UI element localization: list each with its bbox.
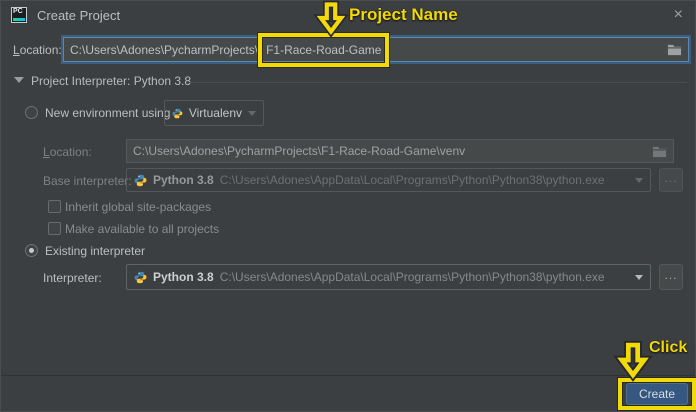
venv-type-value: Virtualenv (189, 106, 242, 120)
location-input[interactable]: C:\Users\Adones\PycharmProjects\ F1-Race-… (63, 37, 689, 62)
annotation-arrow-down-icon (619, 342, 647, 378)
pycharm-logo-text: PC (13, 8, 23, 15)
inherit-site-packages-label: Inherit global site-packages (65, 200, 211, 214)
location-path-prefix: C:\Users\Adones\PycharmProjects\ (70, 43, 258, 57)
radio-new-environment[interactable] (25, 106, 38, 119)
chevron-down-icon (248, 111, 256, 116)
inner-location-label: Location: (43, 145, 92, 159)
checkbox-inherit-site-packages[interactable] (48, 200, 61, 213)
venv-type-combo: Virtualenv (164, 100, 264, 126)
window-title: Create Project (37, 8, 120, 23)
footer-divider (1, 375, 695, 376)
virtualenv-python-icon (172, 107, 183, 120)
create-project-dialog: PC Create Project × Location: C:\Users\A… (0, 0, 696, 412)
radio-existing-interpreter[interactable] (25, 244, 38, 257)
interpreter-combo[interactable]: Python 3.8 C:\Users\Adones\AppData\Local… (126, 264, 651, 290)
create-button[interactable]: Create (626, 383, 688, 405)
close-icon[interactable]: × (674, 5, 683, 25)
python-icon (134, 174, 147, 187)
new-environment-label: New environment using (45, 106, 170, 120)
interpreter-version: Python 3.8 (153, 270, 214, 284)
section-separator (187, 82, 687, 83)
venv-location-value: C:\Users\Adones\PycharmProjects\F1-Race-… (133, 144, 465, 158)
annotation-click-label: Click (649, 339, 687, 357)
base-interpreter-version: Python 3.8 (153, 173, 214, 187)
base-interpreter-browse-button: ... (659, 168, 683, 192)
venv-location-field: C:\Users\Adones\PycharmProjects\F1-Race-… (126, 139, 674, 163)
make-available-label: Make available to all projects (65, 222, 219, 236)
base-interpreter-path: C:\Users\Adones\AppData\Local\Programs\P… (220, 173, 605, 187)
chevron-down-icon (635, 178, 643, 183)
interpreter-section-header: Project Interpreter: Python 3.8 (31, 74, 191, 88)
create-button-highlight-box: Create (618, 378, 696, 410)
interpreter-label: Interpreter: (43, 271, 102, 285)
folder-icon[interactable] (667, 43, 682, 56)
existing-interpreter-label: Existing interpreter (45, 244, 145, 258)
interpreter-browse-button[interactable]: ... (659, 264, 683, 290)
collapse-triangle-icon[interactable] (14, 77, 24, 83)
checkbox-make-available-all-projects[interactable] (48, 222, 61, 235)
python-icon (134, 271, 147, 284)
location-label: Location: (13, 43, 62, 57)
annotation-arrow-down-icon (318, 2, 344, 34)
pycharm-logo-icon: PC (11, 7, 27, 23)
folder-icon (652, 145, 667, 158)
interpreter-path: C:\Users\Adones\AppData\Local\Programs\P… (220, 270, 605, 284)
project-name-text: F1-Race-Road-Game (266, 43, 381, 57)
base-interpreter-combo: Python 3.8 C:\Users\Adones\AppData\Local… (126, 168, 651, 192)
chevron-down-icon (635, 275, 643, 280)
base-interpreter-label: Base interpreter: (43, 174, 132, 188)
annotation-project-name-label: Project Name (349, 5, 458, 25)
project-name-highlight-box: F1-Race-Road-Game (258, 33, 389, 67)
